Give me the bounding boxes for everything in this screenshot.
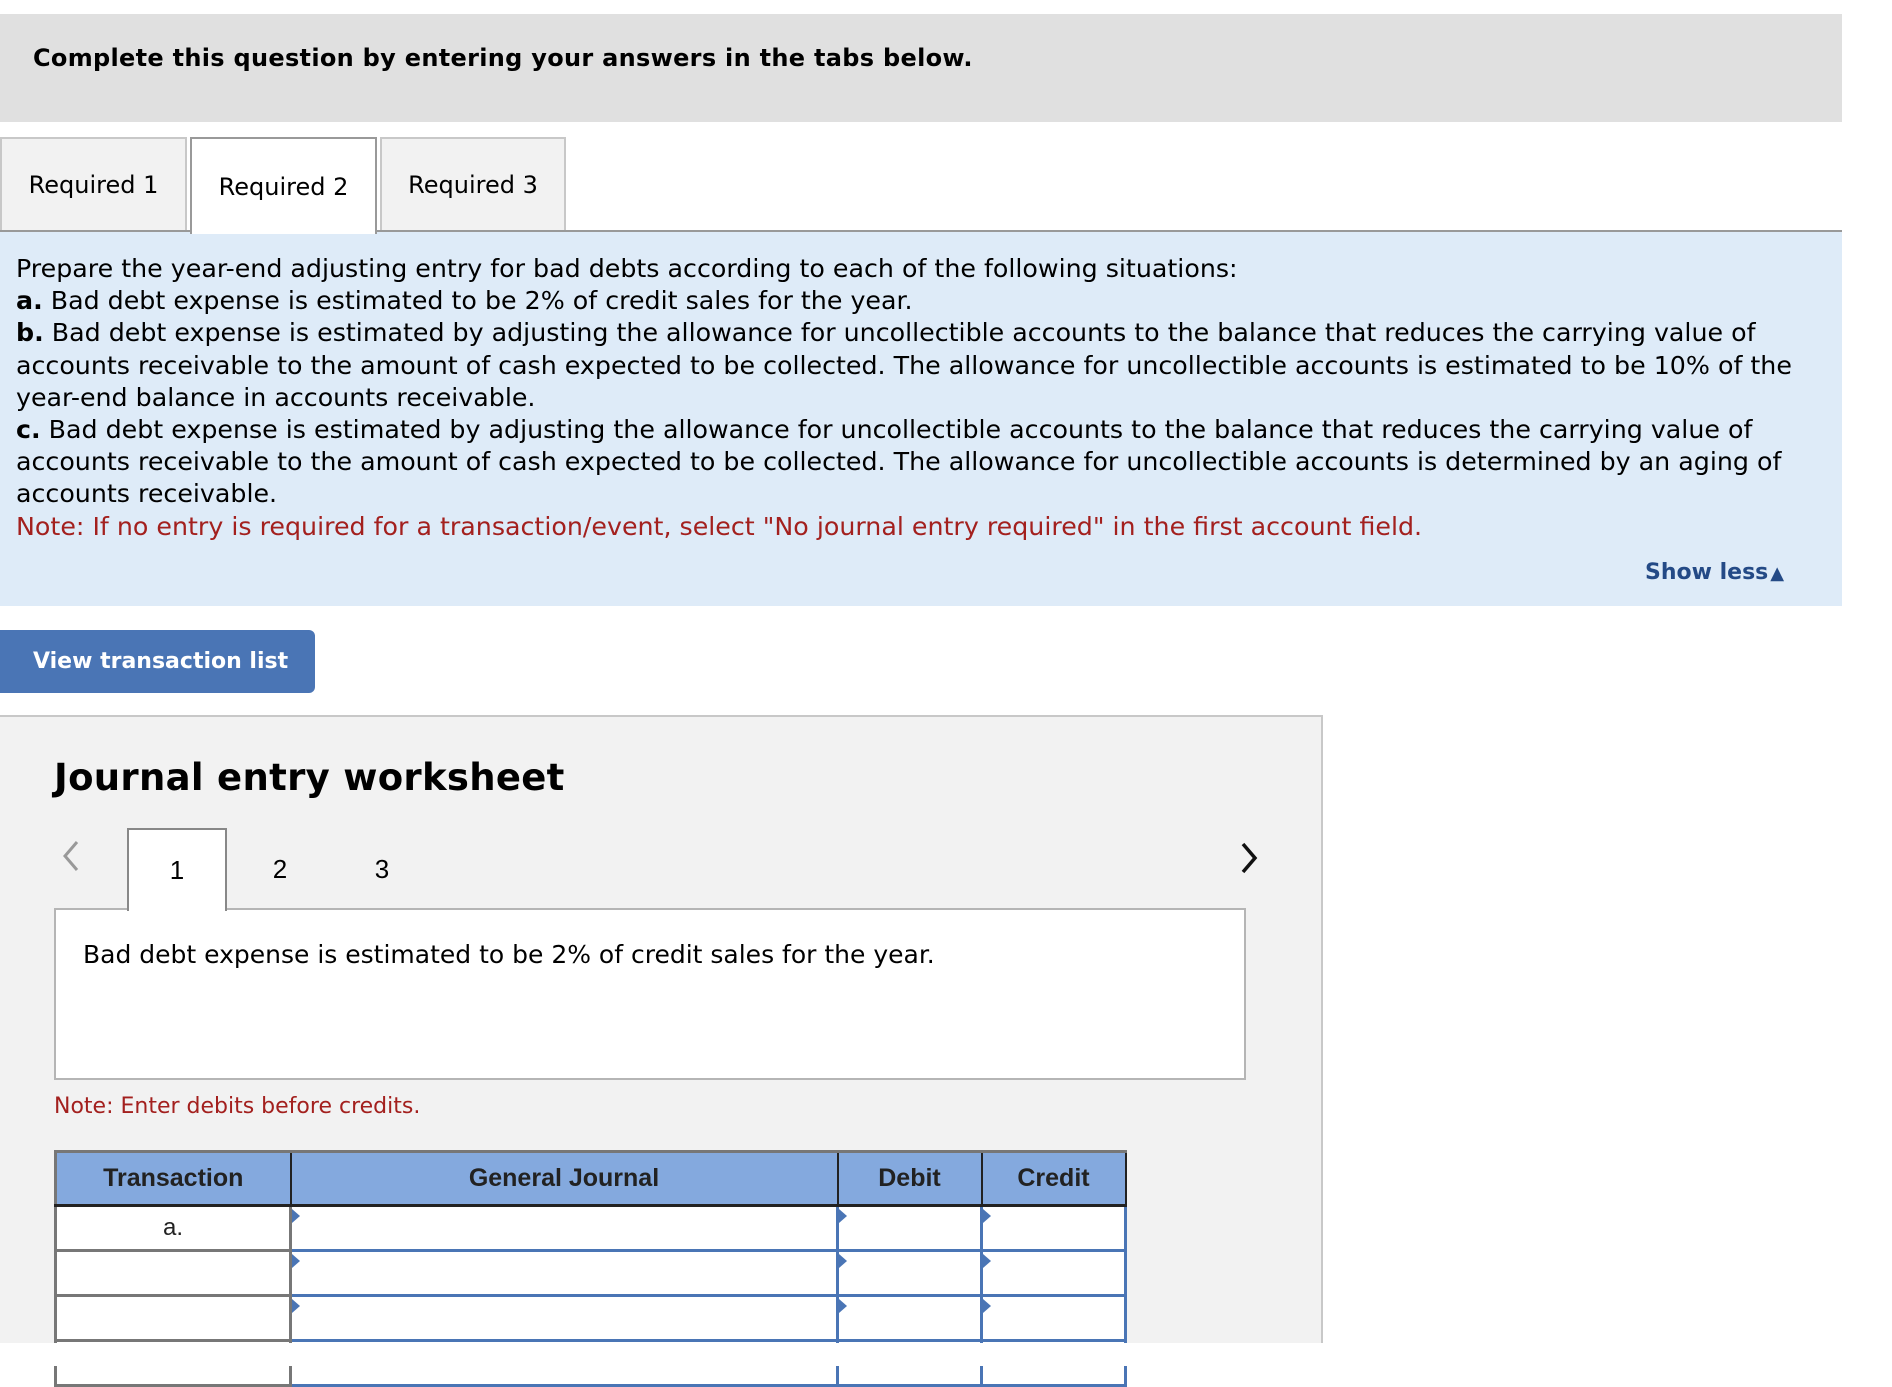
debit-input[interactable] bbox=[839, 1207, 980, 1249]
input-flag-icon bbox=[983, 1299, 991, 1313]
instructions-text: Prepare the year-end adjusting entry for… bbox=[16, 253, 1826, 543]
table-row bbox=[54, 1294, 1127, 1342]
instruction-text: Complete this question by entering your … bbox=[33, 44, 973, 72]
input-flag-icon bbox=[839, 1209, 847, 1223]
tab-label: Required 3 bbox=[408, 171, 538, 199]
credit-cell[interactable] bbox=[980, 1294, 1127, 1342]
credit-cell[interactable] bbox=[980, 1249, 1127, 1297]
worksheet-title: Journal entry worksheet bbox=[54, 756, 565, 799]
worksheet-page-1[interactable]: 1 bbox=[127, 828, 227, 911]
view-transaction-list-button[interactable]: View transaction list bbox=[0, 630, 315, 693]
tab-label: Required 2 bbox=[218, 172, 349, 201]
credit-cell[interactable] bbox=[980, 1204, 1127, 1252]
debit-cell[interactable] bbox=[836, 1249, 983, 1297]
chevron-left-icon[interactable] bbox=[60, 838, 82, 874]
dropdown-flag-icon bbox=[292, 1209, 300, 1223]
input-flag-icon bbox=[839, 1254, 847, 1268]
page-label: 2 bbox=[272, 853, 288, 884]
account-cell[interactable] bbox=[289, 1204, 839, 1252]
transaction-description: Bad debt expense is estimated to be 2% o… bbox=[83, 940, 935, 969]
header-general-journal: General Journal bbox=[289, 1150, 839, 1207]
table-header-row: Transaction General Journal Debit Credit bbox=[54, 1150, 1127, 1207]
input-flag-icon bbox=[983, 1254, 991, 1268]
tab-required-1[interactable]: Required 1 bbox=[0, 137, 187, 231]
chevron-right-icon[interactable] bbox=[1238, 840, 1260, 876]
header-debit: Debit bbox=[836, 1150, 983, 1207]
worksheet-page-2[interactable]: 2 bbox=[230, 828, 330, 910]
situation-a: a. Bad debt expense is estimated to be 2… bbox=[16, 285, 1826, 317]
table-row bbox=[54, 1249, 1127, 1297]
tab-required-3[interactable]: Required 3 bbox=[380, 137, 566, 231]
situation-text: Bad debt expense is estimated by adjusti… bbox=[16, 318, 1792, 412]
tab-label: Required 1 bbox=[28, 171, 159, 199]
debits-before-credits-note: Note: Enter debits before credits. bbox=[54, 1094, 421, 1119]
account-select[interactable] bbox=[292, 1207, 836, 1249]
page-label: 3 bbox=[374, 853, 390, 884]
triangle-up-icon: ▲ bbox=[1770, 563, 1785, 584]
dropdown-flag-icon bbox=[292, 1299, 300, 1313]
header-credit: Credit bbox=[980, 1150, 1127, 1207]
dropdown-flag-icon bbox=[292, 1254, 300, 1268]
debit-cell[interactable] bbox=[836, 1204, 983, 1252]
debit-cell[interactable] bbox=[836, 1294, 983, 1342]
debit-input[interactable] bbox=[839, 1252, 980, 1294]
tab-required-2[interactable]: Required 2 bbox=[190, 137, 377, 234]
debit-input[interactable] bbox=[839, 1297, 980, 1339]
situation-text: Bad debt expense is estimated by adjusti… bbox=[16, 415, 1782, 509]
situation-c: c. Bad debt expense is estimated by adju… bbox=[16, 414, 1826, 511]
credit-input[interactable] bbox=[983, 1252, 1124, 1294]
account-select[interactable] bbox=[292, 1297, 836, 1339]
input-flag-icon bbox=[983, 1209, 991, 1223]
show-less-label: Show less bbox=[1645, 560, 1769, 585]
account-cell[interactable] bbox=[289, 1249, 839, 1297]
situation-key: c. bbox=[16, 415, 41, 445]
credit-input[interactable] bbox=[983, 1297, 1124, 1339]
no-entry-note: Note: If no entry is required for a tran… bbox=[16, 511, 1423, 541]
page-label: 1 bbox=[169, 855, 185, 885]
table-row: a. bbox=[54, 1204, 1127, 1252]
input-flag-icon bbox=[839, 1299, 847, 1313]
worksheet-page-3[interactable]: 3 bbox=[332, 828, 432, 910]
header-transaction: Transaction bbox=[54, 1150, 292, 1207]
show-less-link[interactable]: Show less ▲ bbox=[1645, 560, 1784, 585]
situation-b: b. Bad debt expense is estimated by adju… bbox=[16, 317, 1826, 414]
situation-key: b. bbox=[16, 318, 44, 348]
situation-key: a. bbox=[16, 286, 43, 316]
credit-input[interactable] bbox=[983, 1207, 1124, 1249]
transaction-description-box bbox=[54, 908, 1246, 1080]
account-select[interactable] bbox=[292, 1252, 836, 1294]
button-label: View transaction list bbox=[33, 649, 289, 674]
situation-text: Bad debt expense is estimated to be 2% o… bbox=[42, 286, 913, 316]
transaction-cell bbox=[54, 1294, 292, 1342]
transaction-cell bbox=[54, 1249, 292, 1297]
viewport-bottom-edge bbox=[0, 1343, 1892, 1366]
account-cell[interactable] bbox=[289, 1294, 839, 1342]
instructions-intro: Prepare the year-end adjusting entry for… bbox=[16, 254, 1238, 283]
transaction-cell: a. bbox=[54, 1204, 292, 1252]
